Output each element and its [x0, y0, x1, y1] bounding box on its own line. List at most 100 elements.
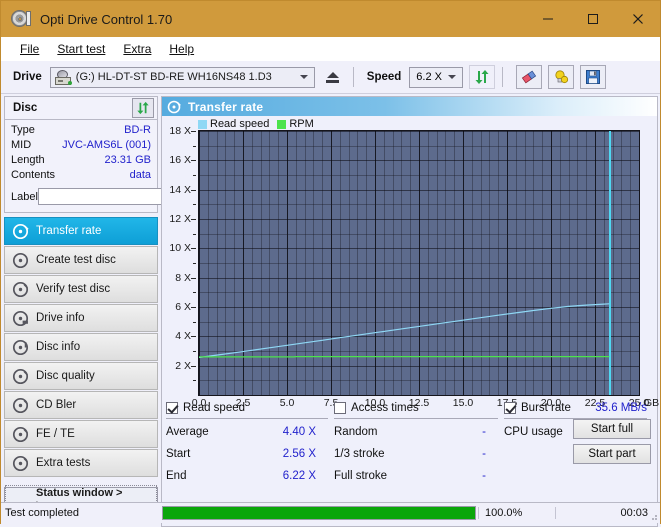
menu-help[interactable]: Help — [160, 39, 203, 59]
stat-third-stroke-key: 1/3 stroke — [334, 448, 385, 460]
legend-group-rpm: RPM — [277, 118, 313, 130]
app-window: Opti Drive Control 1.70 File Start test … — [0, 0, 661, 524]
y-tick — [193, 380, 196, 381]
sidebar-item-cd-bler[interactable]: CD Bler — [4, 391, 158, 419]
disc-row-contents-key: Contents — [11, 168, 55, 183]
sidebar-item-verify-test-disc[interactable]: Verify test disc — [4, 275, 158, 303]
progress-bar — [162, 506, 476, 520]
speed-select-value: 6.2 X — [416, 71, 442, 83]
status-text: Test completed — [1, 507, 160, 519]
info-bulb-button[interactable] — [548, 65, 574, 89]
sidebar-item-drive-info-label: Drive info — [36, 312, 85, 324]
save-button[interactable] — [580, 65, 606, 89]
stat-random-key: Random — [334, 426, 377, 438]
y-tick — [193, 175, 196, 176]
read-speed-checkbox[interactable] — [166, 402, 178, 414]
stats-col-read-speed: Read speed Average 4.40 X Start 2.56 X — [166, 399, 334, 487]
y-tick — [193, 292, 196, 293]
chart-legend: Read speed RPM — [198, 118, 314, 130]
disc-row-type: Type BD-R — [11, 123, 151, 138]
divider — [166, 418, 328, 419]
chart-title: Transfer rate — [188, 100, 263, 114]
sidebar-item-drive-info[interactable]: Drive info — [4, 304, 158, 332]
chevron-down-icon — [448, 75, 456, 79]
legend-swatch-read-speed — [198, 120, 207, 129]
read-speed-checkbox-row[interactable]: Read speed — [166, 399, 334, 416]
progress-bar-fill — [163, 507, 475, 519]
burst-rate-label: Burst rate — [521, 402, 571, 414]
menu-start-test-label: Start test — [57, 42, 105, 56]
sidebar-item-fe-te[interactable]: FE / TE — [4, 420, 158, 448]
speed-label: Speed — [367, 71, 402, 83]
menu-extra[interactable]: Extra — [114, 39, 160, 59]
disc-fete-icon — [12, 426, 29, 443]
disc-extra-icon — [12, 455, 29, 472]
disc-panel-header: Disc — [5, 97, 157, 120]
title-bar: Opti Drive Control 1.70 — [1, 1, 660, 37]
elapsed-time: 00:03 — [555, 507, 660, 519]
y-tick — [193, 146, 196, 147]
disc-quality-icon — [12, 368, 29, 385]
burst-rate-checkbox[interactable] — [504, 402, 516, 414]
stat-row-end: End 6.22 X — [166, 465, 334, 487]
stat-average-key: Average — [166, 426, 209, 438]
stat-end-key: End — [166, 470, 186, 482]
sidebar-item-create-test-disc[interactable]: Create test disc — [4, 246, 158, 274]
y-tick — [191, 278, 196, 279]
resize-grip[interactable] — [648, 511, 658, 521]
y-tick — [191, 307, 196, 308]
window-title: Opti Drive Control 1.70 — [40, 12, 172, 27]
disc-panel-title: Disc — [13, 102, 37, 114]
progress-percent: 100.0% — [478, 507, 555, 519]
drive-icon — [55, 70, 72, 85]
start-full-button[interactable]: Start full — [573, 419, 651, 439]
disc-row-mid-value: JVC-AMS6L (001) — [62, 138, 151, 153]
disc-drive-icon — [12, 310, 29, 327]
refresh-button[interactable] — [469, 65, 495, 89]
y-tick — [193, 234, 196, 235]
drive-select-value: (G:) HL-DT-ST BD-RE WH16NS48 1.D3 — [76, 71, 272, 83]
speed-select[interactable]: 6.2 X — [409, 67, 463, 88]
drive-toolbar: Drive (G:) HL-DT-ST BD-RE WH16NS48 1.D3 … — [1, 61, 660, 94]
nav-list: Transfer rate Create test disc Verify te… — [4, 217, 158, 477]
y-tick — [191, 366, 196, 367]
sidebar-item-transfer-rate[interactable]: Transfer rate — [4, 217, 158, 245]
sidebar-item-extra-tests-label: Extra tests — [36, 457, 90, 469]
disc-bler-icon — [12, 397, 29, 414]
sidebar-item-disc-info[interactable]: Disc info — [4, 333, 158, 361]
sidebar-item-disc-quality[interactable]: Disc quality — [4, 362, 158, 390]
stat-row-random: Random - — [334, 421, 504, 443]
eject-button[interactable] — [320, 65, 346, 89]
content-area: Transfer rate Read speed RPM 2 X4 X6 X8 … — [161, 94, 660, 527]
drive-select[interactable]: (G:) HL-DT-ST BD-RE WH16NS48 1.D3 — [50, 67, 315, 88]
y-tick — [191, 219, 196, 220]
minimize-button[interactable] — [525, 1, 570, 37]
burst-rate-checkbox-row[interactable]: Burst rate 35.6 MB/s — [504, 399, 653, 416]
toolbar-divider-2 — [502, 67, 503, 87]
sidebar-item-disc-quality-label: Disc quality — [36, 370, 95, 382]
disc-row-type-key: Type — [11, 123, 35, 138]
stats-col-access-times: Access times Random - 1/3 stroke - — [334, 399, 504, 487]
menu-extra-label: Extra — [123, 42, 151, 56]
maximize-button[interactable] — [570, 1, 615, 37]
start-part-button[interactable]: Start part — [573, 444, 651, 464]
close-button[interactable] — [615, 1, 660, 37]
y-tick — [191, 131, 196, 132]
disc-row-mid-key: MID — [11, 138, 31, 153]
access-times-checkbox[interactable] — [334, 402, 346, 414]
stat-row-full-stroke: Full stroke - — [334, 465, 504, 487]
y-tick — [191, 160, 196, 161]
plot-series-svg — [199, 131, 639, 395]
read-speed-label: Read speed — [183, 402, 245, 414]
disc-info-rows: Type BD-R MID JVC-AMS6L (001) Length 23.… — [5, 120, 157, 212]
sidebar-item-extra-tests[interactable]: Extra tests — [4, 449, 158, 477]
menu-file[interactable]: File — [11, 39, 48, 59]
eject-icon — [326, 72, 339, 83]
access-times-checkbox-row[interactable]: Access times — [334, 399, 504, 416]
erase-button[interactable] — [516, 65, 542, 89]
disc-refresh-button[interactable] — [132, 98, 154, 118]
y-tick-label: 16 X — [169, 154, 191, 166]
stat-average-value: 4.40 X — [283, 426, 334, 438]
menu-start-test[interactable]: Start test — [48, 39, 114, 59]
y-tick — [191, 248, 196, 249]
